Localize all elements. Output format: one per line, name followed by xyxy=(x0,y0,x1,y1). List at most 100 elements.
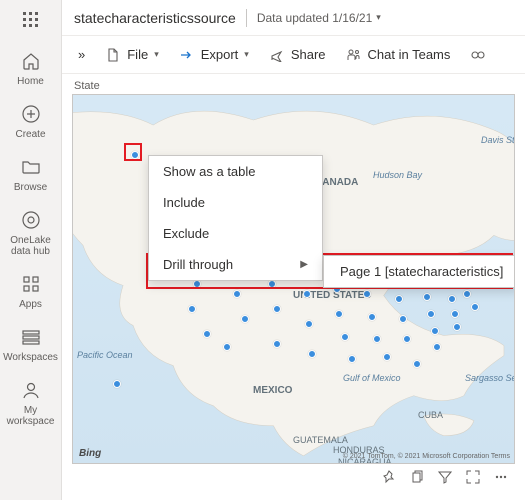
data-point[interactable] xyxy=(463,290,471,298)
data-point[interactable] xyxy=(399,315,407,323)
label-gulf: Gulf of Mexico xyxy=(343,373,401,383)
data-point[interactable] xyxy=(273,305,281,313)
file-label: File xyxy=(127,47,148,62)
menu-show-as-table[interactable]: Show as a table xyxy=(149,156,322,187)
nav-onelake-label: OneLake data hub xyxy=(5,235,57,257)
data-point[interactable] xyxy=(403,335,411,343)
nav-create-label: Create xyxy=(15,129,45,140)
filter-icon[interactable] xyxy=(437,469,453,485)
nav-browse-label: Browse xyxy=(14,182,47,193)
submenu-page1[interactable]: Page 1 [statecharacteristics] xyxy=(324,256,515,287)
map-visual[interactable]: CANADA UNITED STATES MEXICO GUATEMALA HO… xyxy=(72,94,515,464)
label-cuba: CUBA xyxy=(418,410,443,420)
pin-icon[interactable] xyxy=(381,469,397,485)
share-button[interactable]: Share xyxy=(261,43,334,67)
data-point[interactable] xyxy=(423,293,431,301)
data-point[interactable] xyxy=(188,305,196,313)
data-point[interactable] xyxy=(335,310,343,318)
data-point[interactable] xyxy=(471,303,479,311)
chevron-down-icon: ▾ xyxy=(244,49,249,60)
chat-teams-button[interactable]: Chat in Teams xyxy=(338,43,459,67)
data-point[interactable] xyxy=(241,315,249,323)
chevron-down-icon: ▾ xyxy=(154,49,159,60)
menu-drill-through[interactable]: Drill through ▶ xyxy=(149,249,322,280)
data-point[interactable] xyxy=(453,323,461,331)
bing-logo: Bing xyxy=(79,448,101,459)
data-point[interactable] xyxy=(341,333,349,341)
data-point[interactable] xyxy=(368,313,376,321)
chevron-right-icon: » xyxy=(78,47,85,62)
data-point[interactable] xyxy=(433,343,441,351)
data-point[interactable] xyxy=(451,310,459,318)
apps-icon xyxy=(18,271,44,297)
label-guatemala: GUATEMALA xyxy=(293,435,348,445)
report-title: statecharacteristicssource xyxy=(74,10,236,26)
more-icon[interactable] xyxy=(493,469,509,485)
data-point[interactable] xyxy=(373,335,381,343)
data-point[interactable] xyxy=(203,330,211,338)
database-icon xyxy=(18,207,44,233)
label-pacific: Pacific Ocean xyxy=(77,350,133,360)
toolbar: » File ▾ Export ▾ Share Chat in Teams xyxy=(62,36,525,74)
more-toolbar-button[interactable] xyxy=(462,43,494,67)
nav-myworkspace[interactable]: My workspace xyxy=(5,373,57,431)
nav-create[interactable]: Create xyxy=(5,97,57,144)
workspaces-icon xyxy=(18,324,44,350)
nav-onelake[interactable]: OneLake data hub xyxy=(5,203,57,261)
folder-icon xyxy=(18,154,44,180)
person-icon xyxy=(18,377,44,403)
data-point[interactable] xyxy=(223,343,231,351)
data-point[interactable] xyxy=(448,295,456,303)
teams-icon xyxy=(346,47,362,63)
chevron-right-icon: ▶ xyxy=(300,259,308,270)
data-point[interactable] xyxy=(305,320,313,328)
chat-label: Chat in Teams xyxy=(368,47,451,62)
data-point[interactable] xyxy=(303,290,311,298)
app-launcher-icon[interactable] xyxy=(17,6,45,34)
highlight-selected-point xyxy=(124,143,142,161)
file-menu[interactable]: File ▾ xyxy=(97,43,166,67)
share-icon xyxy=(269,47,285,63)
data-point[interactable] xyxy=(431,327,439,335)
home-icon xyxy=(18,48,44,74)
label-davis: Davis Strait xyxy=(481,135,515,145)
copilot-icon xyxy=(470,47,486,63)
data-point[interactable] xyxy=(413,360,421,368)
focus-icon[interactable] xyxy=(465,469,481,485)
data-point[interactable] xyxy=(233,290,241,298)
drill-submenu: Page 1 [statecharacteristics] xyxy=(323,255,515,288)
menu-include[interactable]: Include xyxy=(149,187,322,218)
data-point[interactable] xyxy=(113,380,121,388)
export-menu[interactable]: Export ▾ xyxy=(171,43,257,67)
top-bar: statecharacteristicssource Data updated … xyxy=(62,0,525,36)
nav-home[interactable]: Home xyxy=(5,44,57,91)
nav-apps[interactable]: Apps xyxy=(5,267,57,314)
nav-apps-label: Apps xyxy=(19,299,42,310)
expand-pane-button[interactable]: » xyxy=(70,43,93,66)
main-area: statecharacteristicssource Data updated … xyxy=(62,0,525,500)
visual-footer xyxy=(72,464,515,490)
map-attribution: © 2021 TomTom, © 2021 Microsoft Corporat… xyxy=(343,453,510,460)
divider xyxy=(246,9,247,27)
data-point[interactable] xyxy=(363,290,371,298)
data-point[interactable] xyxy=(383,353,391,361)
nav-browse[interactable]: Browse xyxy=(5,150,57,197)
plus-circle-icon xyxy=(18,101,44,127)
data-point[interactable] xyxy=(348,355,356,363)
menu-exclude[interactable]: Exclude xyxy=(149,218,322,249)
data-point[interactable] xyxy=(427,310,435,318)
data-point[interactable] xyxy=(308,350,316,358)
data-point[interactable] xyxy=(395,295,403,303)
nav-workspaces-label: Workspaces xyxy=(3,352,58,363)
report-canvas: State CANADA UNITED STATES MEXICO GUATEM… xyxy=(62,74,525,500)
data-point[interactable] xyxy=(273,340,281,348)
export-label: Export xyxy=(201,47,239,62)
data-updated[interactable]: Data updated 1/16/21 ▾ xyxy=(257,11,381,25)
nav-myworkspace-label: My workspace xyxy=(5,405,57,427)
export-icon xyxy=(179,47,195,63)
copy-icon[interactable] xyxy=(409,469,425,485)
nav-workspaces[interactable]: Workspaces xyxy=(5,320,57,367)
label-hudson: Hudson Bay xyxy=(373,170,422,180)
app-root: Home Create Browse OneLake data hub Apps… xyxy=(0,0,525,500)
chevron-down-icon: ▾ xyxy=(376,12,381,23)
